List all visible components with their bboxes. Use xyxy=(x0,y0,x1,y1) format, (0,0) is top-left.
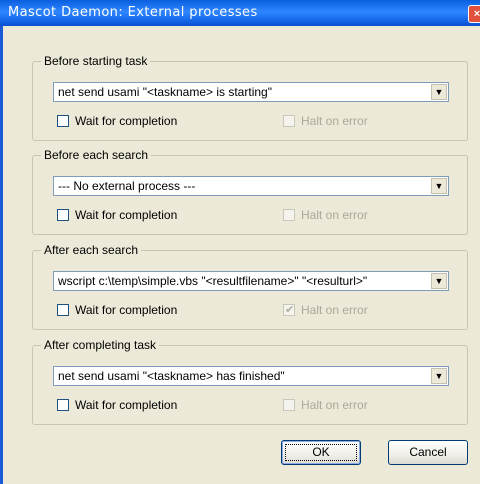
halt-on-error-checkbox[interactable] xyxy=(283,209,295,221)
focus-ring xyxy=(285,444,357,461)
command-value: net send usami "<taskname> is starting" xyxy=(58,85,272,99)
wait-for-completion-checkbox[interactable] xyxy=(57,115,69,127)
ok-button[interactable]: OK xyxy=(281,440,361,465)
command-value: wscript c:\temp\simple.vbs "<resultfilen… xyxy=(58,274,368,288)
group-label: Before starting task xyxy=(41,54,151,68)
group-before-starting-task: Before starting task net send usami "<ta… xyxy=(32,54,468,141)
wait-for-completion-checkbox[interactable] xyxy=(57,304,69,316)
group-label: After completing task xyxy=(41,338,160,352)
chevron-down-icon[interactable]: ▼ xyxy=(431,273,447,289)
halt-on-error-label: Halt on error xyxy=(301,114,368,128)
cancel-button-label: Cancel xyxy=(409,445,447,459)
halt-on-error-label: Halt on error xyxy=(301,303,368,317)
wait-for-completion-checkbox[interactable] xyxy=(57,399,69,411)
wait-for-completion-checkbox[interactable] xyxy=(57,209,69,221)
command-dropdown[interactable]: wscript c:\temp\simple.vbs "<resultfilen… xyxy=(53,271,449,291)
close-button[interactable]: × xyxy=(468,5,480,23)
halt-on-error-label: Halt on error xyxy=(301,398,368,412)
group-label: After each search xyxy=(41,243,142,257)
cancel-button[interactable]: Cancel xyxy=(388,440,468,465)
wait-for-completion-label: Wait for completion xyxy=(75,114,178,128)
group-after-completing-task: After completing task net send usami "<t… xyxy=(32,338,468,425)
window-title: Mascot Daemon: External processes xyxy=(8,5,258,20)
chevron-down-icon[interactable]: ▼ xyxy=(431,178,447,194)
command-dropdown[interactable]: net send usami "<taskname> has finished"… xyxy=(53,366,449,386)
group-label: Before each search xyxy=(41,148,152,162)
window-frame xyxy=(0,26,3,484)
wait-for-completion-label: Wait for completion xyxy=(75,303,178,317)
chevron-down-icon[interactable]: ▼ xyxy=(431,368,447,384)
halt-on-error-checkbox[interactable] xyxy=(283,115,295,127)
wait-for-completion-label: Wait for completion xyxy=(75,398,178,412)
halt-on-error-label: Halt on error xyxy=(301,208,368,222)
group-before-each-search: Before each search --- No external proce… xyxy=(32,148,468,235)
dialog-window: Mascot Daemon: External processes × Befo… xyxy=(0,0,480,484)
halt-on-error-checkbox[interactable]: ✔ xyxy=(283,304,295,316)
halt-on-error-checkbox[interactable] xyxy=(283,399,295,411)
checkmark-icon: ✔ xyxy=(285,304,295,316)
title-bar[interactable]: Mascot Daemon: External processes × xyxy=(0,0,480,26)
command-dropdown[interactable]: --- No external process --- ▼ xyxy=(53,176,449,196)
chevron-down-icon[interactable]: ▼ xyxy=(431,84,447,100)
command-dropdown[interactable]: net send usami "<taskname> is starting" … xyxy=(53,82,449,102)
close-icon: × xyxy=(473,8,480,20)
wait-for-completion-label: Wait for completion xyxy=(75,208,178,222)
command-value: net send usami "<taskname> has finished" xyxy=(58,369,285,383)
command-value: --- No external process --- xyxy=(58,179,196,193)
group-after-each-search: After each search wscript c:\temp\simple… xyxy=(32,243,468,330)
